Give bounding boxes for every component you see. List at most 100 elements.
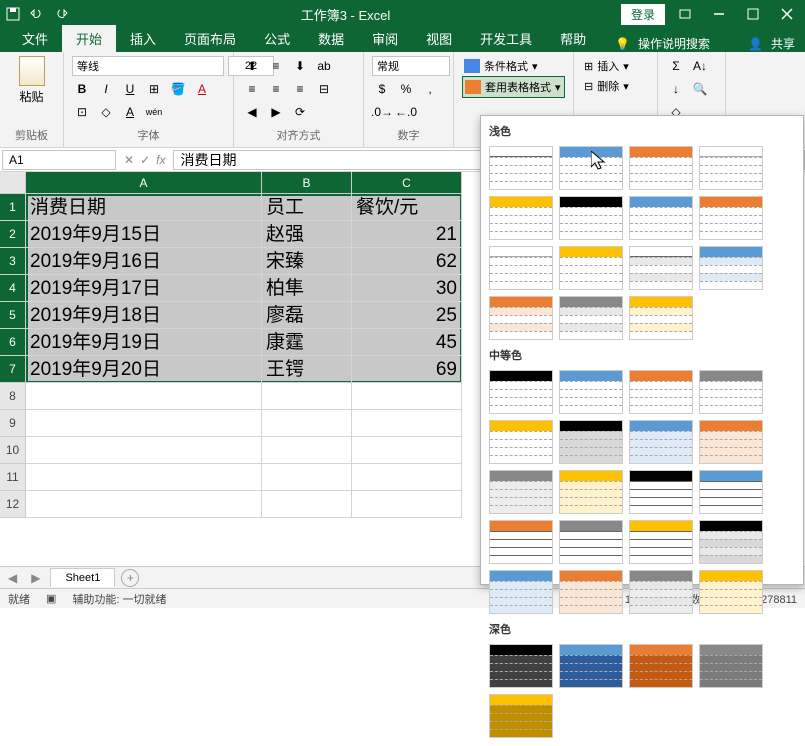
font-color-button[interactable]: A (192, 79, 212, 99)
cells-grid[interactable]: 消费日期员工餐饮/元 2019年9月15日赵强21 2019年9月16日宋臻62… (26, 194, 462, 518)
cell[interactable]: 30 (352, 275, 462, 302)
row-header[interactable]: 1 (0, 194, 26, 221)
select-all-corner[interactable] (0, 172, 26, 194)
cell[interactable] (352, 464, 462, 491)
cell[interactable]: 柏隼 (262, 275, 352, 302)
tab-view[interactable]: 视图 (412, 25, 466, 52)
table-style-option[interactable] (629, 570, 693, 614)
cell[interactable]: 2019年9月19日 (26, 329, 262, 356)
align-top-button[interactable]: ⬆ (242, 56, 262, 76)
undo-icon[interactable] (28, 5, 46, 23)
ribbon-options-icon[interactable] (671, 2, 699, 26)
save-icon[interactable] (4, 5, 22, 23)
cell[interactable]: 69 (352, 356, 462, 383)
minimize-icon[interactable] (705, 2, 733, 26)
orientation-button[interactable]: ⟳ (290, 102, 310, 122)
cell[interactable] (262, 491, 352, 518)
sheet-tab[interactable]: Sheet1 (50, 568, 115, 587)
cancel-formula-icon[interactable]: ✕ (124, 153, 134, 167)
table-style-option[interactable] (559, 420, 623, 464)
cell[interactable]: 2019年9月15日 (26, 221, 262, 248)
cell[interactable]: 赵强 (262, 221, 352, 248)
row-header[interactable]: 3 (0, 248, 26, 275)
table-style-option[interactable] (489, 570, 553, 614)
row-header[interactable]: 10 (0, 437, 26, 464)
fill-color-button[interactable]: 🪣 (168, 79, 188, 99)
tab-nav-prev-icon[interactable]: ◀ (4, 571, 21, 585)
paste-button[interactable]: 粘贴 (8, 56, 55, 105)
table-style-option[interactable] (559, 520, 623, 564)
cell[interactable]: 45 (352, 329, 462, 356)
table-style-option[interactable] (559, 570, 623, 614)
table-style-option[interactable] (489, 520, 553, 564)
cell[interactable]: 2019年9月17日 (26, 275, 262, 302)
tab-nav-next-icon[interactable]: ▶ (27, 571, 44, 585)
table-style-option[interactable] (489, 246, 553, 290)
table-style-option[interactable] (489, 296, 553, 340)
cell[interactable] (26, 383, 262, 410)
percent-button[interactable]: % (396, 79, 416, 99)
cell[interactable] (352, 383, 462, 410)
table-style-option[interactable] (629, 520, 693, 564)
font-color-more-button[interactable]: A (120, 102, 140, 122)
table-style-option[interactable] (489, 196, 553, 240)
table-style-option[interactable] (629, 246, 693, 290)
align-right-button[interactable]: ≡ (290, 79, 310, 99)
tell-me[interactable]: 操作说明搜索 (638, 35, 710, 52)
table-style-option[interactable] (699, 370, 763, 414)
col-header-c[interactable]: C (352, 172, 462, 194)
table-style-option[interactable] (629, 296, 693, 340)
cell[interactable] (262, 383, 352, 410)
table-style-option[interactable] (699, 196, 763, 240)
table-style-option[interactable] (559, 470, 623, 514)
table-style-option[interactable] (699, 570, 763, 614)
accept-formula-icon[interactable]: ✓ (140, 153, 150, 167)
table-style-option[interactable] (629, 644, 693, 688)
cell[interactable]: 王锷 (262, 356, 352, 383)
tab-home[interactable]: 开始 (62, 25, 116, 52)
font-name-select[interactable] (72, 56, 224, 76)
cell[interactable]: 餐饮/元 (352, 194, 462, 221)
fill-button[interactable]: ↓ (666, 79, 686, 99)
tab-dev[interactable]: 开发工具 (466, 25, 546, 52)
tab-layout[interactable]: 页面布局 (170, 25, 250, 52)
cell[interactable] (262, 437, 352, 464)
underline-button[interactable]: U (120, 79, 140, 99)
table-format-button[interactable]: 套用表格格式 ▾ (462, 76, 565, 98)
table-style-option[interactable] (699, 470, 763, 514)
tab-data[interactable]: 数据 (304, 25, 358, 52)
find-button[interactable]: 🔍 (690, 79, 710, 99)
cell[interactable]: 2019年9月18日 (26, 302, 262, 329)
tab-review[interactable]: 审阅 (358, 25, 412, 52)
row-header[interactable]: 11 (0, 464, 26, 491)
table-style-option[interactable] (559, 644, 623, 688)
col-header-a[interactable]: A (26, 172, 262, 194)
tab-file[interactable]: 文件 (8, 25, 62, 52)
share-icon[interactable]: 👤 (748, 37, 763, 51)
redo-icon[interactable] (52, 5, 70, 23)
col-header-b[interactable]: B (262, 172, 352, 194)
row-header[interactable]: 9 (0, 410, 26, 437)
align-bottom-button[interactable]: ⬇ (290, 56, 310, 76)
cell[interactable]: 康霆 (262, 329, 352, 356)
share-button[interactable]: 共享 (771, 35, 795, 52)
cell[interactable] (26, 437, 262, 464)
cell[interactable] (262, 464, 352, 491)
table-style-option[interactable] (489, 420, 553, 464)
decrease-decimal-button[interactable]: ←.0 (396, 102, 416, 122)
border-button[interactable]: ⊞ (144, 79, 164, 99)
table-style-option[interactable] (699, 246, 763, 290)
row-header[interactable]: 2 (0, 221, 26, 248)
tab-help[interactable]: 帮助 (546, 25, 600, 52)
table-style-option[interactable] (699, 146, 763, 190)
table-style-option[interactable] (489, 370, 553, 414)
sort-filter-button[interactable]: A↓ (690, 56, 710, 76)
cell[interactable] (352, 437, 462, 464)
cell[interactable] (262, 410, 352, 437)
row-header[interactable]: 6 (0, 329, 26, 356)
cell[interactable] (26, 410, 262, 437)
table-style-option[interactable] (629, 196, 693, 240)
tab-insert[interactable]: 插入 (116, 25, 170, 52)
table-style-option[interactable] (559, 296, 623, 340)
indent-decrease-button[interactable]: ◀ (242, 102, 262, 122)
